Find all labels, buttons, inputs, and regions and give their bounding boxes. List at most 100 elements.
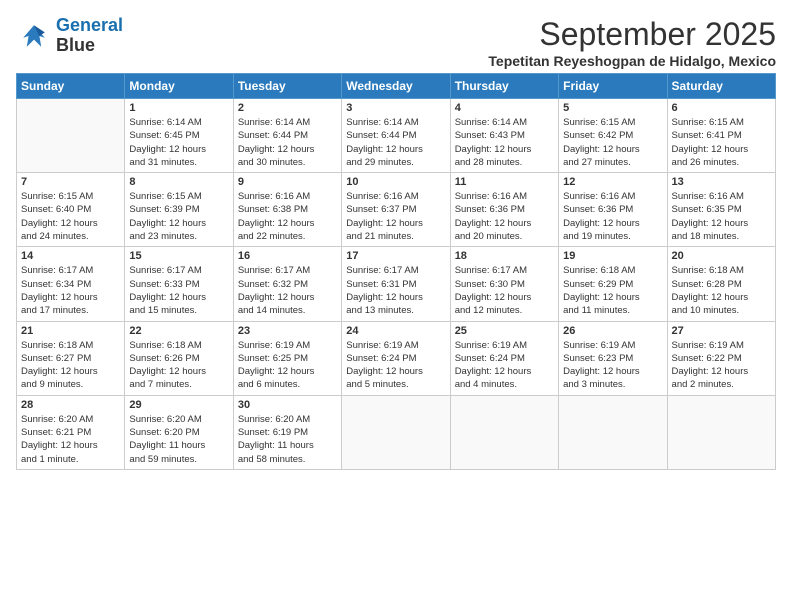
day-number: 22	[129, 325, 228, 337]
day-info: Sunrise: 6:17 AM Sunset: 6:33 PM Dayligh…	[129, 264, 228, 317]
calendar-week-row: 28 Sunrise: 6:20 AM Sunset: 6:21 PM Dayli…	[17, 395, 776, 469]
day-info: Sunrise: 6:16 AM Sunset: 6:37 PM Dayligh…	[346, 190, 445, 243]
calendar-day-cell	[342, 395, 450, 469]
day-number: 11	[455, 176, 554, 188]
day-number: 3	[346, 102, 445, 114]
logo: General Blue	[16, 16, 123, 56]
day-number: 16	[238, 250, 337, 262]
calendar-day-cell: 29 Sunrise: 6:20 AM Sunset: 6:20 PM Dayli…	[125, 395, 233, 469]
day-info: Sunrise: 6:19 AM Sunset: 6:24 PM Dayligh…	[455, 339, 554, 392]
calendar-day-cell: 27Sunrise: 6:19 AM Sunset: 6:22 PM Dayli…	[667, 321, 775, 395]
day-info: Sunrise: 6:18 AM Sunset: 6:26 PM Dayligh…	[129, 339, 228, 392]
calendar-week-row: 1 Sunrise: 6:14 AM Sunset: 6:45 PM Daylig…	[17, 99, 776, 173]
day-number: 26	[563, 325, 662, 337]
day-number: 30	[238, 399, 337, 411]
calendar-col-header: Wednesday	[342, 74, 450, 99]
day-info: Sunrise: 6:19 AM Sunset: 6:23 PM Dayligh…	[563, 339, 662, 392]
title-area: September 2025 Tepetitan Reyeshogpan de …	[488, 16, 776, 69]
calendar-day-cell	[559, 395, 667, 469]
calendar-day-cell: 3 Sunrise: 6:14 AM Sunset: 6:44 PM Daylig…	[342, 99, 450, 173]
calendar-col-header: Tuesday	[233, 74, 341, 99]
calendar-day-cell: 13 Sunrise: 6:16 AM Sunset: 6:35 PM Dayli…	[667, 173, 775, 247]
calendar-day-cell: 22 Sunrise: 6:18 AM Sunset: 6:26 PM Dayli…	[125, 321, 233, 395]
calendar-col-header: Friday	[559, 74, 667, 99]
calendar-day-cell: 5 Sunrise: 6:15 AM Sunset: 6:42 PM Daylig…	[559, 99, 667, 173]
page-header: General Blue September 2025 Tepetitan Re…	[16, 16, 776, 69]
day-number: 23	[238, 325, 337, 337]
calendar-day-cell: 30Sunrise: 6:20 AM Sunset: 6:19 PM Dayli…	[233, 395, 341, 469]
day-info: Sunrise: 6:15 AM Sunset: 6:42 PM Dayligh…	[563, 116, 662, 169]
calendar-day-cell: 4 Sunrise: 6:14 AM Sunset: 6:43 PM Daylig…	[450, 99, 558, 173]
day-info: Sunrise: 6:17 AM Sunset: 6:34 PM Dayligh…	[21, 264, 120, 317]
calendar-day-cell: 14Sunrise: 6:17 AM Sunset: 6:34 PM Dayli…	[17, 247, 125, 321]
day-info: Sunrise: 6:14 AM Sunset: 6:43 PM Dayligh…	[455, 116, 554, 169]
calendar-day-cell: 18Sunrise: 6:17 AM Sunset: 6:30 PM Dayli…	[450, 247, 558, 321]
day-info: Sunrise: 6:16 AM Sunset: 6:38 PM Dayligh…	[238, 190, 337, 243]
location-title: Tepetitan Reyeshogpan de Hidalgo, Mexico	[488, 53, 776, 69]
day-info: Sunrise: 6:15 AM Sunset: 6:39 PM Dayligh…	[129, 190, 228, 243]
day-number: 24	[346, 325, 445, 337]
logo-line1: General	[56, 15, 123, 35]
day-info: Sunrise: 6:20 AM Sunset: 6:21 PM Dayligh…	[21, 413, 120, 466]
day-number: 5	[563, 102, 662, 114]
day-number: 13	[672, 176, 771, 188]
calendar-day-cell: 24 Sunrise: 6:19 AM Sunset: 6:24 PM Dayli…	[342, 321, 450, 395]
day-number: 7	[21, 176, 120, 188]
logo-bird-icon	[16, 18, 52, 54]
calendar-body: 1 Sunrise: 6:14 AM Sunset: 6:45 PM Daylig…	[17, 99, 776, 470]
day-number: 9	[238, 176, 337, 188]
day-info: Sunrise: 6:14 AM Sunset: 6:44 PM Dayligh…	[346, 116, 445, 169]
day-number: 17	[346, 250, 445, 262]
day-number: 2	[238, 102, 337, 114]
calendar-col-header: Saturday	[667, 74, 775, 99]
day-number: 19	[563, 250, 662, 262]
calendar-day-cell: 11 Sunrise: 6:16 AM Sunset: 6:36 PM Dayli…	[450, 173, 558, 247]
day-info: Sunrise: 6:20 AM Sunset: 6:20 PM Dayligh…	[129, 413, 228, 466]
day-number: 29	[129, 399, 228, 411]
calendar-day-cell: 9 Sunrise: 6:16 AM Sunset: 6:38 PM Daylig…	[233, 173, 341, 247]
month-title: September 2025	[488, 16, 776, 53]
calendar-col-header: Sunday	[17, 74, 125, 99]
day-number: 8	[129, 176, 228, 188]
calendar-day-cell: 26 Sunrise: 6:19 AM Sunset: 6:23 PM Dayli…	[559, 321, 667, 395]
calendar-day-cell: 19 Sunrise: 6:18 AM Sunset: 6:29 PM Dayli…	[559, 247, 667, 321]
day-number: 27	[672, 325, 771, 337]
calendar-day-cell	[17, 99, 125, 173]
day-info: Sunrise: 6:19 AM Sunset: 6:24 PM Dayligh…	[346, 339, 445, 392]
calendar-day-cell: 1 Sunrise: 6:14 AM Sunset: 6:45 PM Daylig…	[125, 99, 233, 173]
calendar-col-header: Thursday	[450, 74, 558, 99]
day-number: 20	[672, 250, 771, 262]
calendar-day-cell: 2Sunrise: 6:14 AM Sunset: 6:44 PM Daylig…	[233, 99, 341, 173]
calendar-day-cell: 23Sunrise: 6:19 AM Sunset: 6:25 PM Dayli…	[233, 321, 341, 395]
day-number: 15	[129, 250, 228, 262]
calendar-col-header: Monday	[125, 74, 233, 99]
day-number: 28	[21, 399, 120, 411]
calendar-day-cell: 21 Sunrise: 6:18 AM Sunset: 6:27 PM Dayli…	[17, 321, 125, 395]
day-number: 10	[346, 176, 445, 188]
day-info: Sunrise: 6:16 AM Sunset: 6:36 PM Dayligh…	[563, 190, 662, 243]
calendar-week-row: 21 Sunrise: 6:18 AM Sunset: 6:27 PM Dayli…	[17, 321, 776, 395]
calendar-header-row: SundayMondayTuesdayWednesdayThursdayFrid…	[17, 74, 776, 99]
calendar-day-cell: 10 Sunrise: 6:16 AM Sunset: 6:37 PM Dayli…	[342, 173, 450, 247]
calendar-day-cell	[450, 395, 558, 469]
day-info: Sunrise: 6:18 AM Sunset: 6:28 PM Dayligh…	[672, 264, 771, 317]
calendar-day-cell: 8 Sunrise: 6:15 AM Sunset: 6:39 PM Daylig…	[125, 173, 233, 247]
day-info: Sunrise: 6:16 AM Sunset: 6:35 PM Dayligh…	[672, 190, 771, 243]
calendar-day-cell: 16 Sunrise: 6:17 AM Sunset: 6:32 PM Dayli…	[233, 247, 341, 321]
day-number: 25	[455, 325, 554, 337]
day-info: Sunrise: 6:17 AM Sunset: 6:31 PM Dayligh…	[346, 264, 445, 317]
day-number: 1	[129, 102, 228, 114]
day-number: 21	[21, 325, 120, 337]
day-info: Sunrise: 6:17 AM Sunset: 6:32 PM Dayligh…	[238, 264, 337, 317]
day-info: Sunrise: 6:18 AM Sunset: 6:27 PM Dayligh…	[21, 339, 120, 392]
day-info: Sunrise: 6:14 AM Sunset: 6:45 PM Dayligh…	[129, 116, 228, 169]
calendar-table: SundayMondayTuesdayWednesdayThursdayFrid…	[16, 73, 776, 470]
day-number: 12	[563, 176, 662, 188]
day-info: Sunrise: 6:18 AM Sunset: 6:29 PM Dayligh…	[563, 264, 662, 317]
day-number: 18	[455, 250, 554, 262]
day-info: Sunrise: 6:16 AM Sunset: 6:36 PM Dayligh…	[455, 190, 554, 243]
day-number: 4	[455, 102, 554, 114]
calendar-day-cell: 15 Sunrise: 6:17 AM Sunset: 6:33 PM Dayli…	[125, 247, 233, 321]
logo-text: General Blue	[56, 16, 123, 56]
calendar-week-row: 14Sunrise: 6:17 AM Sunset: 6:34 PM Dayli…	[17, 247, 776, 321]
